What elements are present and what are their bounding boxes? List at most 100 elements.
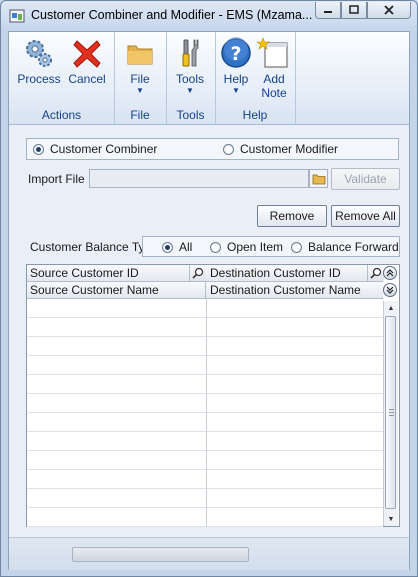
source-customer-id-header[interactable]: Source Customer ID: [27, 265, 206, 281]
balance-open-item-label: Open Item: [227, 240, 284, 254]
help-icon: ?: [221, 37, 251, 68]
table-row[interactable]: [27, 299, 383, 318]
svg-text:?: ?: [230, 43, 241, 65]
tools-icon: [182, 39, 199, 67]
table-row[interactable]: [27, 394, 383, 413]
table-row[interactable]: [27, 508, 383, 527]
customer-modifier-radio[interactable]: Customer Modifier: [223, 142, 338, 156]
expand-rows-button[interactable]: [383, 283, 397, 297]
balance-all-radio[interactable]: All: [162, 240, 192, 254]
gears-icon: [26, 40, 52, 67]
minimize-icon: [324, 11, 332, 13]
ribbon-group-file: File ▼ File: [114, 32, 167, 124]
add-note-button[interactable]: Add Note: [255, 36, 293, 100]
balance-open-item-radio[interactable]: Open Item: [210, 240, 283, 254]
cancel-button[interactable]: Cancel: [65, 36, 109, 86]
table-row[interactable]: [27, 451, 383, 470]
close-button[interactable]: [367, 2, 411, 19]
tools-menu-button[interactable]: Tools ▼: [168, 36, 212, 96]
grid-header-row-1: Source Customer ID Destination Customer …: [27, 265, 384, 282]
import-file-label: Import File: [28, 172, 85, 186]
table-row[interactable]: [27, 413, 383, 432]
maximize-button[interactable]: [341, 2, 367, 19]
status-bar: [9, 537, 409, 570]
customer-balance-type-label: Customer Balance Type: [30, 240, 158, 254]
magnifier-icon: [370, 267, 382, 279]
close-icon: [384, 5, 394, 15]
progress-bar: [72, 547, 249, 562]
table-row[interactable]: [27, 489, 383, 508]
help-menu-button[interactable]: ? Help ▼: [217, 36, 255, 96]
table-row[interactable]: [27, 375, 383, 394]
process-label: Process: [17, 72, 61, 86]
double-chevron-down-icon: [386, 286, 394, 294]
customer-modifier-label: Customer Modifier: [240, 142, 339, 156]
balance-forward-radio[interactable]: Balance Forward: [291, 240, 399, 254]
note-label: Note: [261, 86, 287, 100]
balance-all-label: All: [179, 240, 193, 254]
red-x-icon: [73, 40, 101, 68]
radio-selected-icon: [33, 143, 44, 155]
chevron-down-icon: ▼: [232, 86, 240, 95]
radio-selected-icon: [162, 241, 173, 253]
ribbon-group-tools: Tools ▼ Tools: [166, 32, 216, 124]
process-button[interactable]: Process: [17, 36, 61, 86]
maximize-icon: [349, 5, 359, 14]
browse-folder-button[interactable]: [309, 169, 328, 188]
title-bar[interactable]: Customer Combiner and Modifier - EMS (Mz…: [1, 1, 417, 31]
radio-unselected-icon: [291, 241, 302, 253]
collapse-rows-button[interactable]: [383, 266, 397, 280]
folder-icon: [312, 174, 325, 184]
file-group-label: File: [130, 108, 150, 122]
remove-button[interactable]: Remove: [257, 205, 327, 227]
radio-unselected-icon: [210, 241, 221, 253]
form-area: Customer Combiner Customer Modifier Impo…: [9, 125, 409, 570]
file-menu-button[interactable]: File ▼: [118, 36, 162, 96]
ribbon-group-help: ? Help ▼ Add Note Help: [215, 32, 296, 124]
mode-radio-group: Customer Combiner Customer Modifier: [26, 138, 399, 160]
tools-label: Tools: [175, 72, 204, 86]
add-note-icon: [257, 37, 288, 68]
client-area: Process Cancel Actions File ▼ File Tools…: [8, 31, 410, 570]
help-group-label: Help: [242, 108, 268, 122]
ribbon-group-actions: Process Cancel Actions: [9, 32, 115, 124]
source-lookup-button[interactable]: [189, 265, 206, 281]
window-title: Customer Combiner and Modifier - EMS (Mz…: [31, 8, 313, 22]
radio-unselected-icon: [223, 143, 234, 155]
scroll-down-arrow[interactable]: ▼: [384, 512, 398, 526]
destination-customer-name-header[interactable]: Destination Customer Name: [207, 282, 383, 298]
file-label: File: [130, 72, 150, 86]
ribbon: Process Cancel Actions File ▼ File Tools…: [9, 32, 409, 125]
table-row[interactable]: [27, 337, 383, 356]
scroll-up-arrow[interactable]: ▲: [384, 301, 398, 315]
folder-icon: [127, 45, 153, 65]
validate-button[interactable]: Validate: [331, 168, 400, 190]
actions-group-label: Actions: [41, 108, 82, 122]
scroll-thumb[interactable]: [385, 316, 396, 509]
table-row[interactable]: [27, 432, 383, 451]
destination-lookup-button[interactable]: [367, 265, 384, 281]
table-row[interactable]: [27, 470, 383, 489]
balance-type-radio-group: All Open Item Balance Forward: [142, 236, 400, 257]
chevron-down-icon: ▼: [136, 86, 144, 95]
magnifier-icon: [192, 267, 204, 279]
balance-forward-label: Balance Forward: [308, 240, 399, 254]
help-label: Help: [223, 72, 249, 86]
destination-customer-id-header[interactable]: Destination Customer ID: [207, 265, 383, 281]
customer-grid: Source Customer ID Destination Customer …: [26, 264, 400, 527]
app-icon: [9, 9, 25, 23]
minimize-button[interactable]: [315, 2, 341, 19]
table-row[interactable]: [27, 318, 383, 337]
double-chevron-up-icon: [386, 269, 394, 277]
source-customer-name-header[interactable]: Source Customer Name: [27, 282, 206, 298]
window: Customer Combiner and Modifier - EMS (Mz…: [0, 0, 418, 577]
table-row[interactable]: [27, 356, 383, 375]
customer-combiner-radio[interactable]: Customer Combiner: [33, 142, 157, 156]
customer-combiner-label: Customer Combiner: [50, 142, 158, 156]
grid-vertical-scrollbar[interactable]: ▲ ▼: [383, 301, 398, 526]
tools-group-label: Tools: [176, 108, 205, 122]
grid-header-row-2: Source Customer Name Destination Custome…: [27, 282, 383, 299]
add-label: Add: [263, 72, 285, 86]
import-file-input[interactable]: [89, 169, 309, 188]
remove-all-button[interactable]: Remove All: [331, 205, 400, 227]
